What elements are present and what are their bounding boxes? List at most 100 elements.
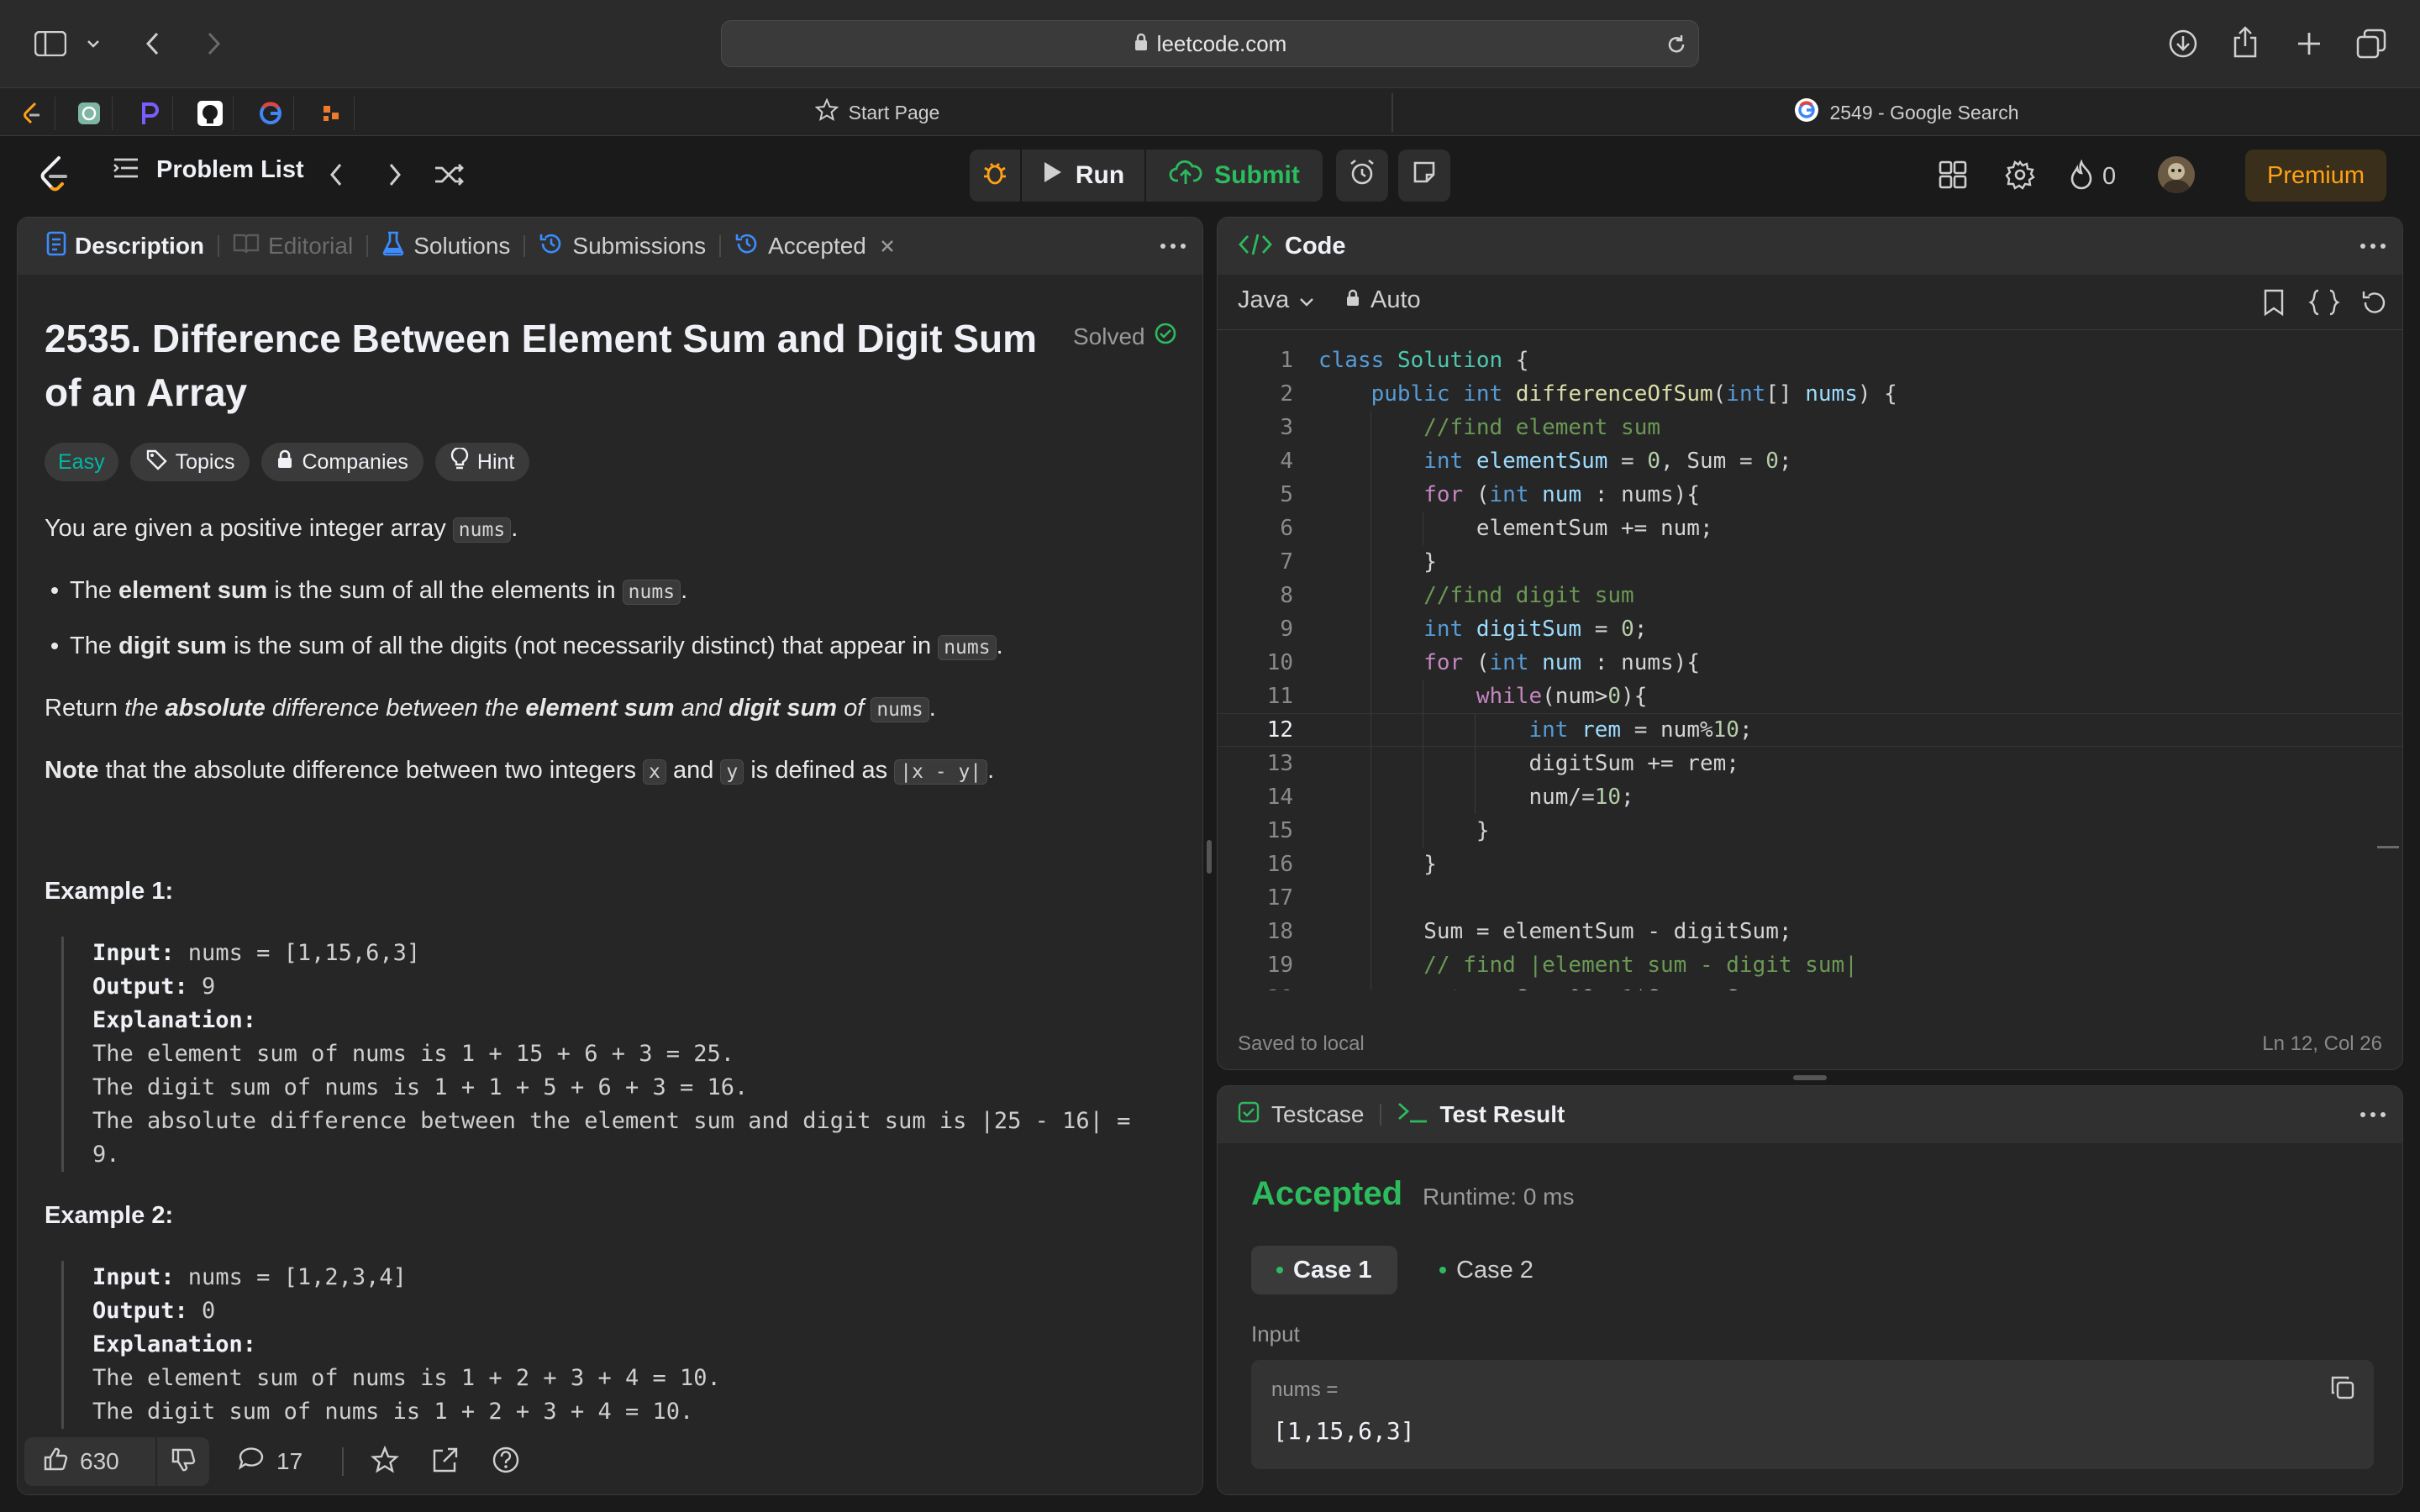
pinned-tab-p[interactable] <box>126 97 173 130</box>
saved-status: Saved to local <box>1238 1032 1365 1055</box>
help-icon[interactable] <box>492 1446 520 1478</box>
bug-icon <box>981 158 1008 193</box>
code-line: } <box>1318 818 1490 843</box>
share-icon[interactable] <box>431 1446 460 1478</box>
pass-dot <box>1276 1267 1283 1273</box>
tab-editorial[interactable]: Editorial <box>219 218 366 275</box>
code-line: //find digit sum <box>1423 583 1634 608</box>
share-icon[interactable] <box>2227 24 2264 60</box>
browser-tab-bar: Start Page 2549 - Google Search <box>0 87 2420 136</box>
book-icon <box>233 233 260 260</box>
layout-icon[interactable] <box>1938 160 1968 194</box>
fire-icon <box>2069 159 2094 194</box>
thumbs-down-icon <box>171 1447 196 1477</box>
more-options-icon[interactable] <box>2359 1105 2387 1129</box>
tab-accepted[interactable]: Accepted <box>721 218 908 275</box>
pinned-tab-chatgpt[interactable] <box>66 97 113 130</box>
code-editor[interactable]: 1234567891011121314151617181920 class So… <box>1218 344 2402 990</box>
case-2-tab[interactable]: Case 2 <box>1414 1246 1559 1294</box>
example-2-block: Input: nums = [1,2,3,4] Output: 0 Explan… <box>61 1261 1169 1429</box>
code-line: int digitSum = 0; <box>1423 617 1648 642</box>
prev-problem-icon[interactable] <box>326 160 346 194</box>
settings-gear-icon[interactable] <box>2005 160 2035 194</box>
format-braces-icon[interactable] <box>2308 288 2340 321</box>
case-1-tab[interactable]: Case 1 <box>1251 1246 1397 1294</box>
notes-button[interactable] <box>1398 150 1450 202</box>
editor-toolbar: Java Auto <box>1218 275 2402 330</box>
test-panel-header: Testcase Test Result <box>1218 1086 2402 1143</box>
tab-test-result[interactable]: Test Result <box>1397 1100 1565 1131</box>
more-options-icon[interactable] <box>1159 236 1187 260</box>
forward-icon[interactable] <box>195 25 232 62</box>
tab-start-page[interactable]: Start Page <box>363 88 1392 137</box>
line-number-gutter: 1234567891011121314151617181920 <box>1218 344 1318 990</box>
tab-description[interactable]: Description <box>33 218 218 275</box>
tab-testcase[interactable]: Testcase <box>1238 1101 1365 1129</box>
tab-solutions[interactable]: Solutions <box>368 218 523 275</box>
line-number: 11 <box>1266 684 1293 709</box>
comments-button[interactable]: 17 <box>238 1446 302 1477</box>
line-number: 1 <box>1280 348 1293 373</box>
pinned-tab-github[interactable] <box>187 97 234 130</box>
line-number: 8 <box>1280 583 1293 608</box>
auto-mode[interactable]: Auto <box>1345 286 1421 314</box>
note-statement: Note that the absolute difference betwee… <box>45 757 995 785</box>
tab-submissions[interactable]: Submissions <box>525 218 719 275</box>
companies-button[interactable]: Companies <box>261 443 424 481</box>
back-icon[interactable] <box>134 25 171 62</box>
reset-icon[interactable] <box>2360 288 2389 321</box>
input-label: Input <box>1251 1321 1300 1347</box>
hint-button[interactable]: Hint <box>434 443 530 481</box>
vertical-splitter-handle[interactable] <box>1207 840 1212 874</box>
sidebar-toggle-icon[interactable] <box>32 25 69 62</box>
pinned-tab-other[interactable] <box>308 97 355 130</box>
language-select[interactable]: Java <box>1238 286 1314 314</box>
new-tab-icon[interactable] <box>2291 25 2328 62</box>
line-number: 13 <box>1266 751 1293 776</box>
next-problem-icon[interactable] <box>385 160 405 194</box>
streak-counter[interactable]: 0 <box>2069 159 2116 194</box>
line-number: 2 <box>1280 381 1293 407</box>
horizontal-splitter-handle[interactable] <box>1793 1075 1827 1080</box>
close-icon[interactable] <box>880 233 895 260</box>
submit-button[interactable]: Submit <box>1146 150 1323 202</box>
run-button[interactable]: Run <box>1022 150 1144 202</box>
thumbs-up-icon <box>43 1446 68 1478</box>
line-number: 14 <box>1266 785 1293 810</box>
copy-icon[interactable] <box>2330 1375 2355 1404</box>
cursor-position: Ln 12, Col 26 <box>2262 1032 2382 1055</box>
lightbulb-icon <box>450 446 469 477</box>
like-button[interactable]: 630 <box>24 1437 155 1486</box>
download-icon[interactable] <box>2165 25 2202 62</box>
checkbox-icon <box>1238 1101 1260 1129</box>
premium-button[interactable]: Premium <box>2245 150 2386 202</box>
favorite-star-icon[interactable] <box>370 1445 400 1478</box>
timer-button[interactable] <box>1336 150 1388 202</box>
bookmark-icon[interactable] <box>2263 288 2285 321</box>
problem-list-link[interactable]: Problem List <box>113 156 304 184</box>
leetcode-navbar: Problem List Run Submit 0 Premium <box>0 136 2420 213</box>
leetcode-logo-icon[interactable] <box>37 155 71 199</box>
input-var-name: nums = <box>1271 1378 1339 1401</box>
pinned-tab-leetcode[interactable] <box>8 97 55 130</box>
difficulty-badge: Easy <box>45 443 118 481</box>
shuffle-icon[interactable] <box>434 161 466 192</box>
chevron-down-icon[interactable] <box>81 25 106 62</box>
avatar[interactable] <box>2158 156 2195 193</box>
comment-icon <box>238 1446 265 1477</box>
pinned-tab-google[interactable] <box>247 97 294 130</box>
tab-google-search[interactable]: 2549 - Google Search <box>1393 88 2420 137</box>
tab-overview-icon[interactable] <box>2353 25 2390 62</box>
reload-icon[interactable] <box>1665 33 1688 62</box>
line-number: 16 <box>1266 852 1293 877</box>
debug-button[interactable] <box>970 150 1020 202</box>
address-bar[interactable]: leetcode.com <box>721 20 1699 67</box>
topics-button[interactable]: Topics <box>129 443 250 481</box>
chevron-down-icon <box>1299 286 1314 314</box>
dislike-button[interactable] <box>157 1437 209 1486</box>
more-options-icon[interactable] <box>2359 236 2387 260</box>
lock-icon <box>276 449 293 475</box>
footer-divider <box>342 1447 344 1476</box>
flask-icon <box>381 231 405 262</box>
line-number: 20 <box>1218 982 1293 990</box>
